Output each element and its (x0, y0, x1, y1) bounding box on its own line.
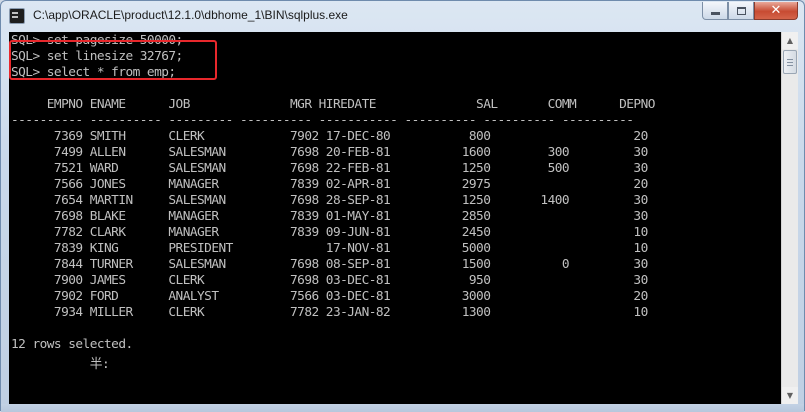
sqlplus-window: C:\app\ORACLE\product\12.1.0\dbhome_1\BI… (0, 0, 805, 412)
console-line: 7698 BLAKE MANAGER 7839 01-MAY-81 2850 3… (11, 209, 648, 224)
arrow-down-icon: ▼ (786, 391, 794, 400)
console-line: 7782 CLARK MANAGER 7839 09-JUN-81 2450 1… (11, 225, 648, 240)
scroll-thumb[interactable] (783, 50, 797, 74)
grip-line (787, 65, 793, 66)
close-button[interactable]: ✕ (754, 2, 798, 20)
grip-line (787, 62, 793, 63)
grip-line (787, 59, 793, 60)
console-line: 7369 SMITH CLERK 7902 17-DEC-80 800 20 (11, 129, 648, 144)
vertical-scrollbar[interactable]: ▲ ▼ (781, 32, 798, 404)
caption-buttons: ✕ (702, 2, 798, 22)
minimize-icon (710, 12, 720, 15)
console-line: ---------- ---------- --------- --------… (11, 113, 634, 128)
console-app-icon[interactable] (9, 8, 25, 24)
console-line: 7934 MILLER CLERK 7782 23-JAN-82 1300 10 (11, 305, 648, 320)
scroll-down-button[interactable]: ▼ (782, 387, 798, 404)
console-line: 12 rows selected. (11, 337, 133, 352)
maximize-icon (736, 6, 746, 15)
console-lines: SQL> set pagesize 50000; SQL> set linesiz… (11, 33, 656, 372)
arrow-up-icon: ▲ (786, 36, 794, 45)
console-line: 7499 ALLEN SALESMAN 7698 20-FEB-81 1600 … (11, 145, 648, 160)
title-bar[interactable]: C:\app\ORACLE\product\12.1.0\dbhome_1\BI… (1, 1, 804, 32)
console-line: 半: (11, 357, 110, 372)
console-line: 7900 JAMES CLERK 7698 03-DEC-81 950 30 (11, 273, 648, 288)
console-line: 7902 FORD ANALYST 7566 03-DEC-81 3000 20 (11, 289, 648, 304)
console-line: 7654 MARTIN SALESMAN 7698 28-SEP-81 1250… (11, 193, 648, 208)
console-line: 7566 JONES MANAGER 7839 02-APR-81 2975 2… (11, 177, 648, 192)
console-line: 7521 WARD SALESMAN 7698 22-FEB-81 1250 5… (11, 161, 648, 176)
maximize-button[interactable] (728, 2, 754, 20)
console-line: EMPNO ENAME JOB MGR HIREDATE SAL COMM DE… (11, 97, 656, 112)
scroll-up-button[interactable]: ▲ (782, 32, 798, 49)
console-line: 7844 TURNER SALESMAN 7698 08-SEP-81 1500… (11, 257, 648, 272)
close-icon: ✕ (770, 3, 782, 18)
highlight-box (9, 40, 217, 80)
console-output[interactable]: SQL> set pagesize 50000; SQL> set linesiz… (9, 32, 781, 404)
console-line: 7839 KING PRESIDENT 17-NOV-81 5000 10 (11, 241, 648, 256)
minimize-button[interactable] (702, 2, 728, 20)
window-title: C:\app\ORACLE\product\12.1.0\dbhome_1\BI… (33, 8, 348, 22)
